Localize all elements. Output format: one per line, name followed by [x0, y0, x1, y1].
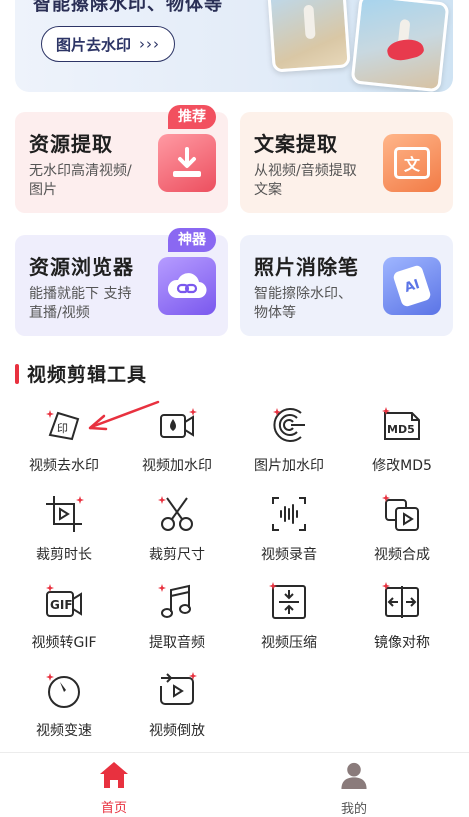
- tool-video-speed[interactable]: 视频变速: [8, 670, 120, 750]
- card-desc: 能播就能下 支持直播/视频: [29, 286, 132, 321]
- chevrons-right-icon: ›››: [139, 35, 161, 53]
- svg-text:印: 印: [57, 422, 68, 435]
- card-copy-extract[interactable]: 文案提取 从视频/音频提取文案 文: [240, 112, 453, 213]
- nav-home[interactable]: 首页: [54, 761, 174, 817]
- gif-glyph: GIF: [50, 598, 73, 612]
- compress-icon: [269, 582, 309, 622]
- tool-modify-md5[interactable]: MD5 修改MD5: [346, 405, 458, 485]
- sample-photo-result: [350, 0, 450, 92]
- mirror-icon: [382, 582, 422, 622]
- reverse-play-icon: [157, 670, 197, 710]
- tool-label: 修改MD5: [372, 458, 432, 474]
- home-icon: [100, 762, 128, 788]
- tool-image-watermark-add[interactable]: 图片加水印: [233, 405, 345, 485]
- card-title: 照片消除笔: [254, 255, 359, 279]
- ai-eraser-icon: AI: [383, 257, 441, 315]
- tool-video-record-audio[interactable]: 视频录音: [233, 494, 345, 574]
- tool-label: 提取音频: [149, 635, 205, 651]
- tool-crop-duration[interactable]: 裁剪时长: [8, 494, 120, 574]
- card-resource-extract[interactable]: 资源提取 无水印高清视频/图片 推荐: [15, 105, 228, 213]
- banner-title: 智能擦除水印、物体等: [33, 0, 223, 15]
- banner[interactable]: 智能擦除水印、物体等 图片去水印 ›››: [15, 0, 453, 92]
- nav-mine[interactable]: 我的: [294, 761, 414, 817]
- section-accent-bar: [15, 363, 19, 384]
- tool-mirror[interactable]: 镜像对称: [346, 582, 458, 662]
- card-photo-eraser[interactable]: 照片消除笔 智能擦除水印、物体等 AI: [240, 235, 453, 336]
- tool-label: 视频压缩: [261, 635, 317, 651]
- card-resource-browser[interactable]: 资源浏览器 能播就能下 支持直播/视频 神器: [15, 228, 228, 336]
- document-text-icon: 文: [383, 134, 441, 192]
- speed-dial-icon: [44, 670, 84, 710]
- md5-glyph: MD5: [387, 423, 415, 436]
- tool-label: 视频变速: [36, 723, 92, 739]
- tool-label: 视频倒放: [149, 723, 205, 739]
- section-header-video-tools: 视频剪辑工具: [15, 360, 147, 387]
- card-title: 文案提取: [254, 132, 338, 156]
- video-watermark-remove-icon: 印: [44, 405, 84, 445]
- tool-video-watermark-remove[interactable]: 印 视频去水印: [8, 405, 120, 485]
- document-text-glyph: 文: [394, 147, 430, 179]
- tool-video-watermark-add[interactable]: 视频加水印: [121, 405, 233, 485]
- cloud-link-icon: [158, 257, 216, 315]
- tool-video-to-gif[interactable]: GIF 视频转GIF: [8, 582, 120, 662]
- user-icon: [341, 762, 367, 790]
- image-watermark-remove-button[interactable]: 图片去水印 ›››: [41, 26, 176, 62]
- tool-video-reverse[interactable]: 视频倒放: [121, 670, 233, 750]
- section-title: 视频剪辑工具: [27, 364, 148, 386]
- sample-photo-original: [267, 0, 351, 73]
- crop-duration-icon: [44, 494, 84, 534]
- tool-label: 视频加水印: [142, 458, 212, 474]
- badge-artifact: 神器: [168, 228, 216, 252]
- tool-label: 裁剪尺寸: [149, 547, 205, 563]
- tool-video-merge[interactable]: 视频合成: [346, 494, 458, 574]
- md5-icon: MD5: [382, 405, 422, 445]
- banner-button-label: 图片去水印: [56, 35, 132, 54]
- badge-recommend: 推荐: [168, 105, 216, 129]
- tool-crop-size[interactable]: 裁剪尺寸: [121, 494, 233, 574]
- video-merge-icon: [382, 494, 422, 534]
- download-icon: [158, 134, 216, 192]
- music-note-icon: [157, 582, 197, 622]
- card-desc: 无水印高清视频/图片: [29, 163, 132, 198]
- tool-extract-audio[interactable]: 提取音频: [121, 582, 233, 662]
- tool-label: 裁剪时长: [36, 547, 92, 563]
- tool-label: 镜像对称: [374, 635, 430, 651]
- card-title: 资源提取: [29, 132, 113, 156]
- scissors-icon: [157, 494, 197, 534]
- gif-icon: GIF: [44, 582, 84, 622]
- card-desc: 智能擦除水印、物体等: [254, 286, 352, 321]
- tool-label: 图片加水印: [254, 458, 324, 474]
- nav-home-label: 首页: [100, 801, 127, 816]
- image-watermark-add-icon: [269, 405, 309, 445]
- bottom-nav: 首页 我的: [0, 752, 469, 817]
- card-desc: 从视频/音频提取文案: [254, 163, 357, 198]
- tool-label: 视频合成: [374, 547, 430, 563]
- card-title: 资源浏览器: [29, 255, 134, 279]
- tool-label: 视频转GIF: [31, 635, 97, 651]
- video-watermark-add-icon: [157, 405, 197, 445]
- ai-eraser-glyph: AI: [392, 264, 432, 308]
- nav-mine-label: 我的: [340, 802, 367, 817]
- tool-video-compress[interactable]: 视频压缩: [233, 582, 345, 662]
- tool-label: 视频录音: [261, 547, 317, 563]
- tool-label: 视频去水印: [29, 458, 99, 474]
- audio-record-icon: [269, 494, 309, 534]
